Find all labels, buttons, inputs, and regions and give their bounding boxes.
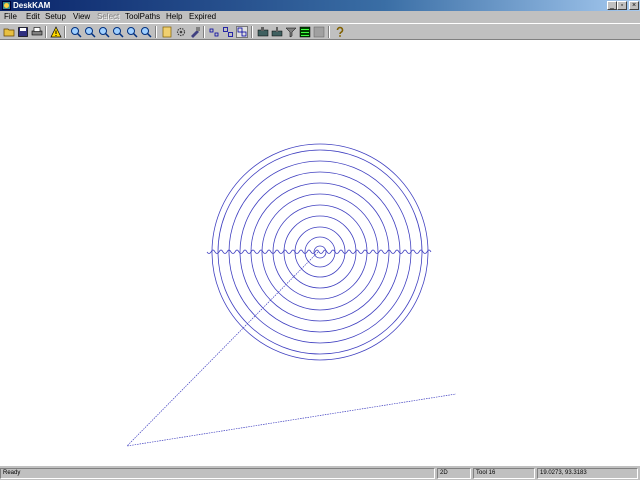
maximize-button[interactable]: ▫ xyxy=(617,1,627,10)
toolpath-ring xyxy=(211,143,429,361)
minimize-button[interactable]: _ xyxy=(607,1,617,10)
settings-icon xyxy=(176,27,186,37)
status-message: Ready xyxy=(0,468,435,479)
minimize-icon: _ xyxy=(610,2,614,9)
machine-icon xyxy=(257,27,269,37)
select-lines-button[interactable] xyxy=(222,26,234,38)
select-shapes-icon xyxy=(236,26,248,38)
filter-icon xyxy=(285,27,297,38)
drill-icon xyxy=(271,27,283,37)
toolpath-ring xyxy=(294,226,346,278)
menu-file[interactable]: File xyxy=(4,12,17,22)
grid-icon xyxy=(313,26,325,38)
open-button[interactable] xyxy=(3,26,15,38)
status-tool: Tool 16 xyxy=(473,468,535,479)
open-icon xyxy=(3,28,15,37)
menu-setup[interactable]: Setup xyxy=(45,12,66,22)
zoom-in-button[interactable] xyxy=(70,26,82,38)
drawing-canvas[interactable] xyxy=(0,40,640,466)
menu-view[interactable]: View xyxy=(73,12,90,22)
zoom-all-button[interactable] xyxy=(140,26,152,38)
title-bar[interactable]: DeskKAM _ ▫ × xyxy=(0,0,640,11)
grid-button[interactable] xyxy=(313,26,325,38)
save-button[interactable] xyxy=(17,26,29,38)
zoom-fit-icon xyxy=(113,27,124,38)
select-lines-icon xyxy=(223,27,233,37)
spiral-toolpath xyxy=(211,143,429,361)
settings-button[interactable] xyxy=(175,26,187,38)
machine-button[interactable] xyxy=(257,26,269,38)
toolpath-ring xyxy=(313,245,327,259)
layers-button[interactable] xyxy=(161,26,173,38)
zoom-out-button[interactable] xyxy=(84,26,96,38)
app-icon xyxy=(2,1,11,10)
zoom-previous-icon xyxy=(127,27,138,38)
zoom-previous-button[interactable] xyxy=(126,26,138,38)
tool-icon xyxy=(191,27,200,38)
select-points-icon xyxy=(209,28,219,37)
close-icon: × xyxy=(631,2,637,9)
toolbar-separator xyxy=(64,26,66,38)
toolbar-separator xyxy=(328,26,330,38)
menu-help[interactable]: Help xyxy=(166,12,182,22)
status-coordinates: 19.0273, 93.3183 xyxy=(537,468,638,479)
lead-in-toolpath xyxy=(126,251,457,447)
run-button[interactable] xyxy=(299,26,311,38)
toolpath-ring xyxy=(239,171,401,333)
menu-toolpaths[interactable]: ToolPaths xyxy=(125,12,160,22)
select-shapes-button[interactable] xyxy=(236,26,248,38)
zoom-all-icon xyxy=(141,27,152,38)
print-button[interactable] xyxy=(31,26,43,38)
menu-expired[interactable]: Expired xyxy=(189,12,216,22)
help-button[interactable] xyxy=(334,26,346,38)
wavy-toolpath-line xyxy=(206,249,432,254)
close-button[interactable]: × xyxy=(629,1,639,10)
zoom-window-icon xyxy=(99,27,110,38)
print-icon xyxy=(31,27,43,36)
zoom-out-icon xyxy=(85,27,96,38)
help-icon xyxy=(336,26,344,37)
run-icon xyxy=(299,26,311,38)
filter-button[interactable] xyxy=(285,26,297,38)
select-points-button[interactable] xyxy=(208,26,220,38)
maximize-icon: ▫ xyxy=(620,2,624,9)
toolbar-separator xyxy=(155,26,157,38)
toolpath-view xyxy=(126,143,457,447)
toolpath-ring xyxy=(250,182,390,322)
menu-select[interactable]: Select xyxy=(97,12,119,22)
warning-button[interactable] xyxy=(50,26,62,38)
zoom-in-icon xyxy=(71,27,82,38)
menu-bar: File Edit Setup View Select ToolPaths He… xyxy=(0,11,640,23)
tool-button[interactable] xyxy=(189,26,201,38)
warning-icon xyxy=(50,26,62,38)
menu-edit[interactable]: Edit xyxy=(26,12,40,22)
layers-icon xyxy=(162,26,172,38)
toolbar-separator xyxy=(251,26,253,38)
toolbar-separator xyxy=(45,26,47,38)
save-icon xyxy=(18,27,28,37)
zoom-fit-button[interactable] xyxy=(112,26,124,38)
window-title: DeskKAM xyxy=(13,1,51,10)
status-bar: Ready 2D Tool 16 19.0273, 93.3183 xyxy=(0,466,640,480)
toolpath-ring xyxy=(304,236,336,268)
toolpath-ring xyxy=(228,160,412,344)
zoom-window-button[interactable] xyxy=(98,26,110,38)
drill-button[interactable] xyxy=(271,26,283,38)
toolbar-separator xyxy=(203,26,205,38)
toolbar xyxy=(0,23,640,40)
status-mode: 2D xyxy=(437,468,471,479)
